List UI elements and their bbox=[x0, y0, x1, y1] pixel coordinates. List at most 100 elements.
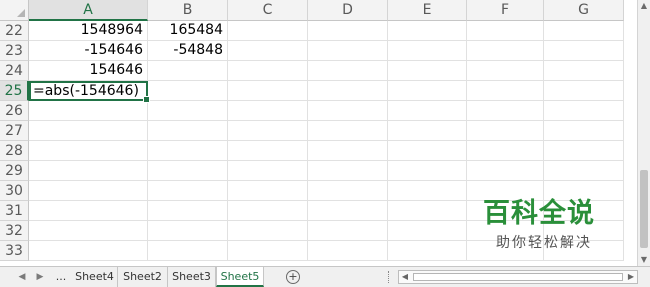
cell-f26[interactable] bbox=[467, 101, 544, 121]
tab-sheet3[interactable]: Sheet3 bbox=[168, 267, 216, 287]
cell-g22[interactable] bbox=[544, 21, 624, 41]
cell-d26[interactable] bbox=[308, 101, 388, 121]
cell-g23[interactable] bbox=[544, 41, 624, 61]
cell-e32[interactable] bbox=[388, 221, 467, 241]
cell-f23[interactable] bbox=[467, 41, 544, 61]
tab-sheet4[interactable]: Sheet4 bbox=[72, 267, 118, 287]
fill-handle[interactable] bbox=[143, 96, 150, 103]
cell-a29[interactable] bbox=[29, 161, 148, 181]
cell-b33[interactable] bbox=[148, 241, 228, 261]
cell-c31[interactable] bbox=[228, 201, 308, 221]
cell-d32[interactable] bbox=[308, 221, 388, 241]
cell-c25[interactable] bbox=[228, 81, 308, 101]
cell-f24[interactable] bbox=[467, 61, 544, 81]
tab-ellipsis[interactable]: ... bbox=[50, 267, 72, 287]
cell-a22[interactable]: 1548964 bbox=[29, 21, 148, 41]
row-header[interactable]: 23 bbox=[0, 41, 29, 61]
column-header-a[interactable]: A bbox=[29, 0, 148, 21]
cell-c26[interactable] bbox=[228, 101, 308, 121]
cell-f29[interactable] bbox=[467, 161, 544, 181]
cell-f25[interactable] bbox=[467, 81, 544, 101]
cell-e28[interactable] bbox=[388, 141, 467, 161]
horizontal-scroll-thumb[interactable] bbox=[413, 273, 623, 281]
cell-d30[interactable] bbox=[308, 181, 388, 201]
cell-b28[interactable] bbox=[148, 141, 228, 161]
scroll-up-icon[interactable]: ▲ bbox=[638, 0, 650, 12]
row-header[interactable]: 31 bbox=[0, 201, 29, 221]
cell-a28[interactable] bbox=[29, 141, 148, 161]
cell-b32[interactable] bbox=[148, 221, 228, 241]
cell-d27[interactable] bbox=[308, 121, 388, 141]
scroll-right-icon[interactable]: ▶ bbox=[625, 271, 637, 283]
cell-e29[interactable] bbox=[388, 161, 467, 181]
row-header[interactable]: 22 bbox=[0, 21, 29, 41]
triangle-right-icon[interactable]: ▶ bbox=[32, 269, 48, 285]
cell-d33[interactable] bbox=[308, 241, 388, 261]
cell-a24[interactable]: 154646 bbox=[29, 61, 148, 81]
cell-c29[interactable] bbox=[228, 161, 308, 181]
cell-b26[interactable] bbox=[148, 101, 228, 121]
cell-c28[interactable] bbox=[228, 141, 308, 161]
row-header[interactable]: 25 bbox=[0, 81, 29, 101]
triangle-left-icon[interactable]: ◀ bbox=[14, 269, 30, 285]
cell-g24[interactable] bbox=[544, 61, 624, 81]
plus-circle-icon[interactable]: + bbox=[286, 270, 300, 284]
cell-e24[interactable] bbox=[388, 61, 467, 81]
row-header[interactable]: 28 bbox=[0, 141, 29, 161]
tab-sheet5[interactable]: Sheet5 bbox=[216, 267, 264, 287]
select-all-corner[interactable] bbox=[0, 0, 29, 21]
row-header[interactable]: 33 bbox=[0, 241, 29, 261]
cell-d23[interactable] bbox=[308, 41, 388, 61]
cell-b24[interactable] bbox=[148, 61, 228, 81]
cell-d29[interactable] bbox=[308, 161, 388, 181]
cell-f28[interactable] bbox=[467, 141, 544, 161]
vertical-scrollbar[interactable]: ▲ ▼ bbox=[637, 0, 650, 266]
column-header-f[interactable]: F bbox=[467, 0, 544, 21]
scroll-left-icon[interactable]: ◀ bbox=[399, 271, 411, 283]
cell-a25[interactable]: =abs(-154646) bbox=[29, 81, 150, 103]
cell-a33[interactable] bbox=[29, 241, 148, 261]
cell-c32[interactable] bbox=[228, 221, 308, 241]
cell-e22[interactable] bbox=[388, 21, 467, 41]
row-header[interactable]: 26 bbox=[0, 101, 29, 121]
cell-g25[interactable] bbox=[544, 81, 624, 101]
tab-sheet2[interactable]: Sheet2 bbox=[118, 267, 168, 287]
cell-g28[interactable] bbox=[544, 141, 624, 161]
cell-a27[interactable] bbox=[29, 121, 148, 141]
column-header-e[interactable]: E bbox=[388, 0, 467, 21]
row-header[interactable]: 30 bbox=[0, 181, 29, 201]
cell-b29[interactable] bbox=[148, 161, 228, 181]
cell-b27[interactable] bbox=[148, 121, 228, 141]
cell-d25[interactable] bbox=[308, 81, 388, 101]
cell-c24[interactable] bbox=[228, 61, 308, 81]
cell-b31[interactable] bbox=[148, 201, 228, 221]
cell-g27[interactable] bbox=[544, 121, 624, 141]
scroll-down-icon[interactable]: ▼ bbox=[638, 254, 650, 266]
row-header[interactable]: 24 bbox=[0, 61, 29, 81]
tab-split-handle[interactable] bbox=[388, 271, 392, 283]
cell-e33[interactable] bbox=[388, 241, 467, 261]
cell-d24[interactable] bbox=[308, 61, 388, 81]
cell-g26[interactable] bbox=[544, 101, 624, 121]
cell-e30[interactable] bbox=[388, 181, 467, 201]
column-header-c[interactable]: C bbox=[228, 0, 308, 21]
cell-e23[interactable] bbox=[388, 41, 467, 61]
cell-b22[interactable]: 165484 bbox=[148, 21, 228, 41]
cell-a31[interactable] bbox=[29, 201, 148, 221]
cell-e25[interactable] bbox=[388, 81, 467, 101]
cell-b23[interactable]: -54848 bbox=[148, 41, 228, 61]
column-header-g[interactable]: G bbox=[544, 0, 624, 21]
cell-e26[interactable] bbox=[388, 101, 467, 121]
cell-c33[interactable] bbox=[228, 241, 308, 261]
column-header-b[interactable]: B bbox=[148, 0, 228, 21]
cell-d28[interactable] bbox=[308, 141, 388, 161]
row-header[interactable]: 29 bbox=[0, 161, 29, 181]
cell-c23[interactable] bbox=[228, 41, 308, 61]
cell-e27[interactable] bbox=[388, 121, 467, 141]
cell-d22[interactable] bbox=[308, 21, 388, 41]
cell-a32[interactable] bbox=[29, 221, 148, 241]
cell-g29[interactable] bbox=[544, 161, 624, 181]
cell-e31[interactable] bbox=[388, 201, 467, 221]
cell-b30[interactable] bbox=[148, 181, 228, 201]
cell-c27[interactable] bbox=[228, 121, 308, 141]
